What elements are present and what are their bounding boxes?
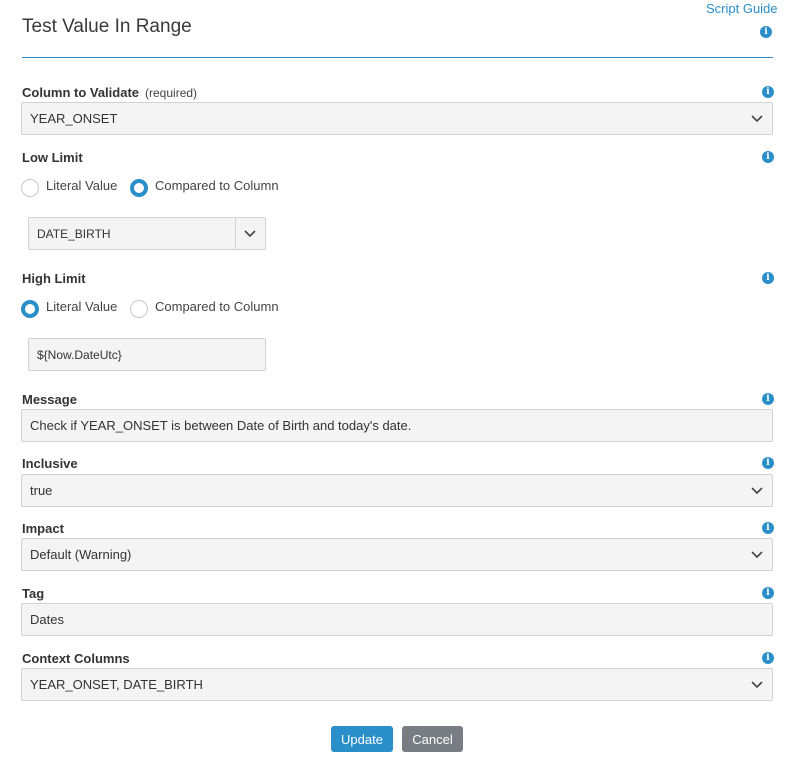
- high-limit-literal-label[interactable]: Literal Value: [46, 299, 117, 314]
- cancel-button[interactable]: Cancel: [402, 726, 463, 752]
- low-limit-column-value: DATE_BIRTH: [37, 226, 111, 241]
- page-title: Test Value In Range: [22, 16, 192, 37]
- low-limit-column-radio[interactable]: [130, 179, 148, 197]
- high-limit-label: High Limit: [22, 271, 86, 286]
- info-icon[interactable]: i: [762, 151, 774, 163]
- required-marker: (required): [145, 86, 198, 100]
- message-value: Check if YEAR_ONSET is between Date of B…: [30, 418, 412, 433]
- impact-select[interactable]: Default (Warning): [21, 538, 773, 571]
- column-to-validate-label: Column to Validate (required): [22, 85, 198, 100]
- message-label: Message: [22, 392, 77, 407]
- chevron-down-icon: [243, 226, 257, 240]
- select-divider: [235, 218, 236, 249]
- high-limit-value: ${Now.DateUtc}: [37, 347, 122, 362]
- chevron-down-icon: [750, 547, 764, 561]
- high-limit-value-input[interactable]: ${Now.DateUtc}: [28, 338, 266, 371]
- info-icon[interactable]: i: [762, 457, 774, 469]
- info-icon[interactable]: i: [762, 522, 774, 534]
- inclusive-select[interactable]: true: [21, 474, 773, 507]
- high-limit-column-label[interactable]: Compared to Column: [155, 299, 279, 314]
- info-icon[interactable]: i: [762, 272, 774, 284]
- low-limit-label: Low Limit: [22, 150, 83, 165]
- message-input[interactable]: Check if YEAR_ONSET is between Date of B…: [21, 409, 773, 442]
- header-divider: [22, 57, 773, 58]
- chevron-down-icon: [750, 111, 764, 125]
- high-limit-literal-radio[interactable]: [21, 300, 39, 318]
- info-icon[interactable]: i: [762, 652, 774, 664]
- low-limit-literal-label[interactable]: Literal Value: [46, 178, 117, 193]
- info-icon[interactable]: i: [762, 587, 774, 599]
- tag-input[interactable]: Dates: [21, 603, 773, 636]
- context-columns-label: Context Columns: [22, 651, 130, 666]
- info-icon[interactable]: i: [762, 86, 774, 98]
- column-to-validate-value: YEAR_ONSET: [30, 111, 118, 126]
- inclusive-value: true: [30, 483, 53, 498]
- inclusive-label: Inclusive: [22, 456, 78, 471]
- tag-label: Tag: [22, 586, 45, 601]
- context-columns-select[interactable]: YEAR_ONSET, DATE_BIRTH: [21, 668, 773, 701]
- column-to-validate-select[interactable]: YEAR_ONSET: [21, 102, 773, 135]
- chevron-down-icon: [750, 483, 764, 497]
- tag-value: Dates: [30, 612, 64, 627]
- info-icon[interactable]: i: [760, 26, 772, 38]
- chevron-down-icon: [750, 677, 764, 691]
- high-limit-column-radio[interactable]: [130, 300, 148, 318]
- info-icon[interactable]: i: [762, 393, 774, 405]
- context-columns-value: YEAR_ONSET, DATE_BIRTH: [30, 677, 203, 692]
- update-button[interactable]: Update: [331, 726, 393, 752]
- low-limit-column-select[interactable]: DATE_BIRTH: [28, 217, 266, 250]
- low-limit-literal-radio[interactable]: [21, 179, 39, 197]
- low-limit-column-label[interactable]: Compared to Column: [155, 178, 279, 193]
- script-guide-link[interactable]: Script Guide: [706, 1, 778, 16]
- impact-value: Default (Warning): [30, 547, 132, 562]
- impact-label: Impact: [22, 521, 64, 536]
